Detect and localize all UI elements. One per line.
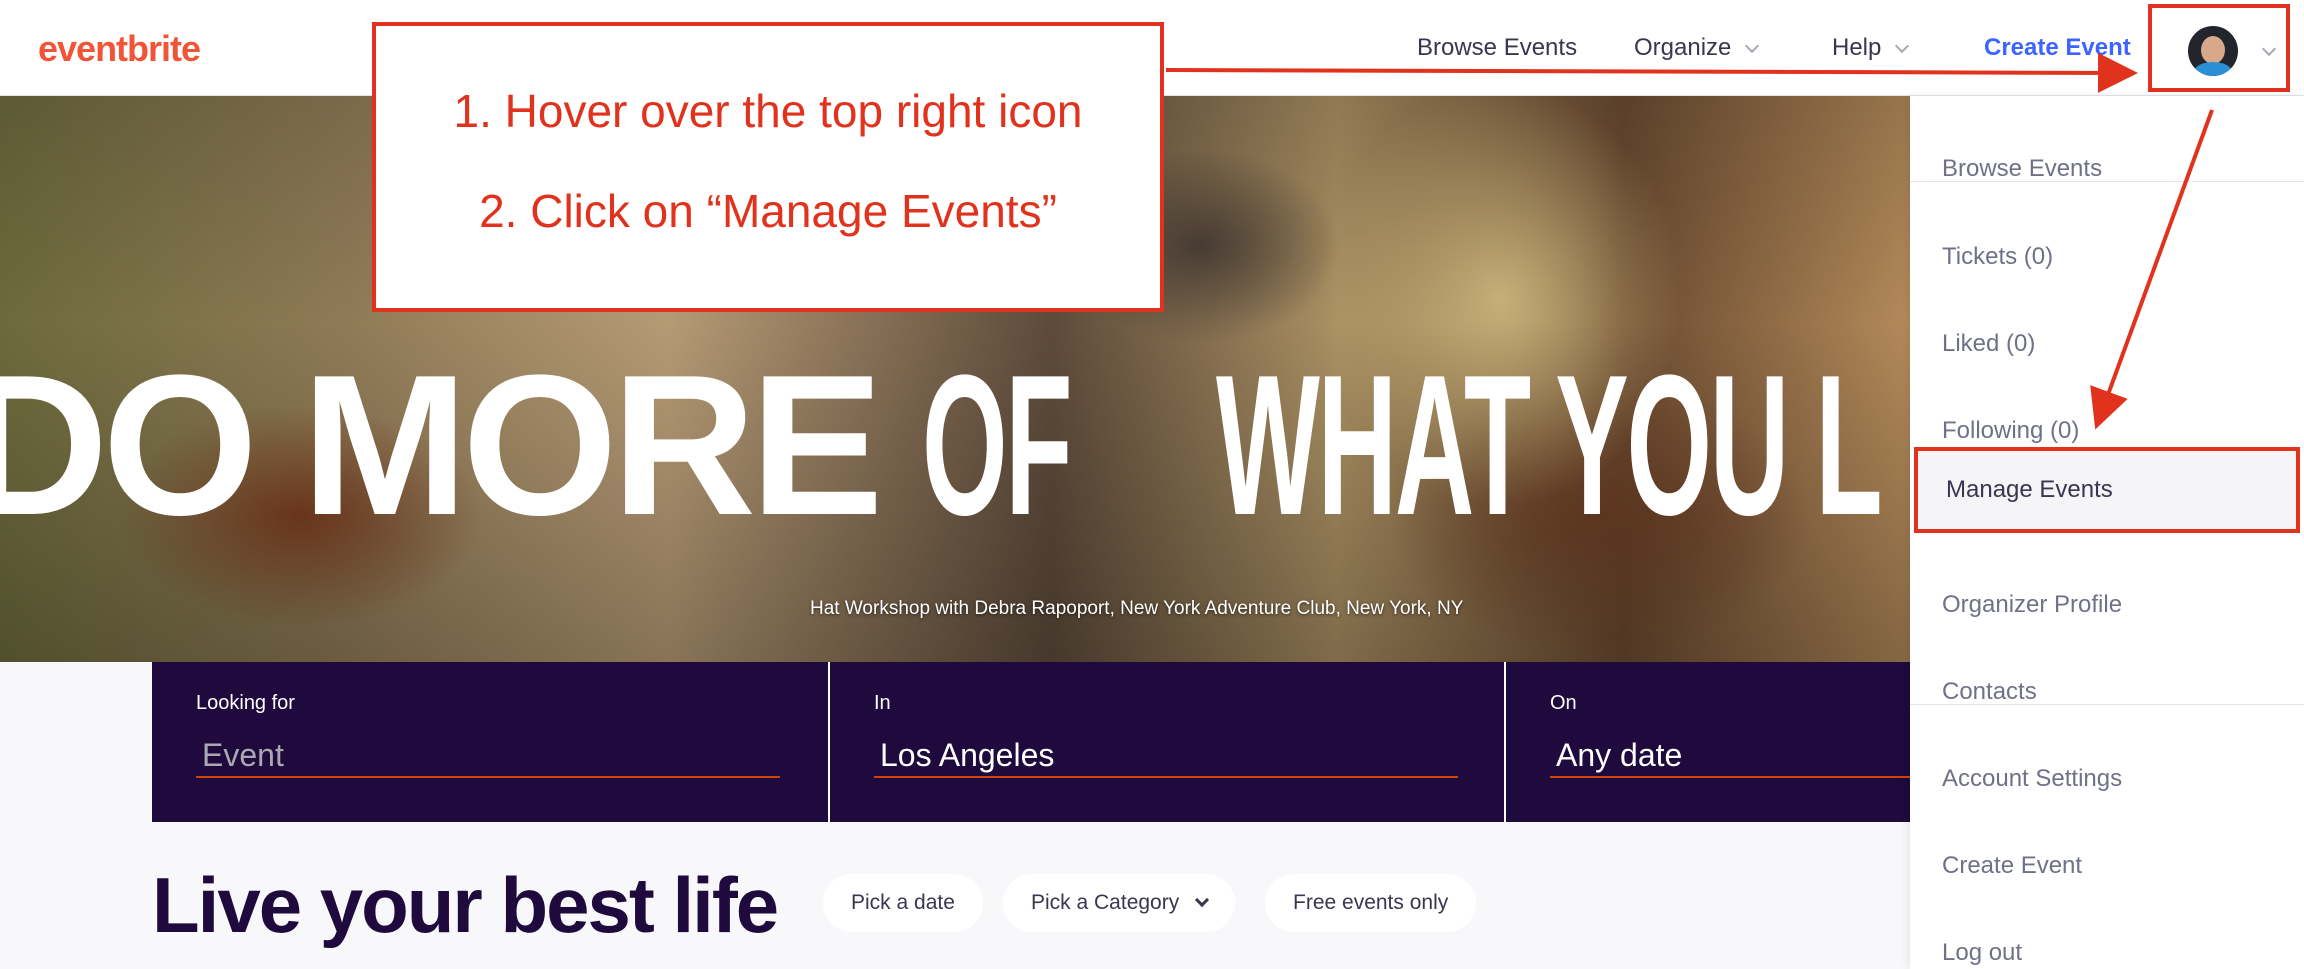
page-title: Live your best life <box>152 861 779 949</box>
menu-divider <box>1910 181 2304 182</box>
hero-caption: Hat Workshop with Debra Rapoport, New Yo… <box>810 598 1464 619</box>
hero-headline-part-2: OF <box>922 334 1073 557</box>
hero-headline-part-3: WHAT YOU L <box>1216 334 1883 557</box>
looking-for-label: Looking for <box>196 692 295 714</box>
nav-create-event[interactable]: Create Event <box>1984 34 2131 62</box>
hero-headline: DO MORE OF WHAT YOU L <box>0 346 1910 546</box>
instruction-callout: 1. Hover over the top right icon 2. Clic… <box>372 22 1164 312</box>
menu-divider <box>1910 704 2304 705</box>
pick-category-label: Pick a Category <box>1031 891 1180 914</box>
callout-step-2: 2. Click on “Manage Events” <box>479 185 1057 237</box>
date-input[interactable]: Any date <box>1550 732 1912 778</box>
chevron-down-icon <box>1195 892 1210 908</box>
menu-item-liked[interactable]: Liked (0) <box>1910 314 2304 374</box>
callout-step-1: 1. Hover over the top right icon <box>453 85 1083 137</box>
menu-item-organizer-profile[interactable]: Organizer Profile <box>1910 575 2304 635</box>
pick-category-button[interactable]: Pick a Category <box>1003 874 1236 932</box>
location-field: In Los Angeles <box>828 662 1504 822</box>
avatar-icon[interactable] <box>2188 26 2238 76</box>
menu-item-contacts[interactable]: Contacts <box>1910 662 2304 722</box>
location-input[interactable]: Los Angeles <box>874 732 1458 778</box>
chevron-down-icon <box>1745 38 1760 54</box>
nav-organize[interactable]: Organize <box>1634 34 1760 62</box>
menu-item-browse-events[interactable]: Browse Events <box>1910 139 2304 199</box>
date-label: On <box>1550 692 1577 714</box>
free-events-only-button[interactable]: Free events only <box>1265 874 1477 932</box>
account-menu-trigger[interactable] <box>2148 4 2290 92</box>
chevron-down-icon <box>2261 41 2277 57</box>
menu-item-manage-events[interactable]: Manage Events <box>1914 447 2300 533</box>
menu-item-create-event[interactable]: Create Event <box>1910 836 2304 896</box>
menu-item-tickets[interactable]: Tickets (0) <box>1910 227 2304 287</box>
account-dropdown-menu: Browse Events Tickets (0) Liked (0) Foll… <box>1910 96 2304 969</box>
location-label: In <box>874 692 891 714</box>
avatar-face <box>2201 36 2225 64</box>
nav-organize-label: Organize <box>1634 34 1732 61</box>
menu-item-log-out[interactable]: Log out <box>1910 923 2304 969</box>
looking-for-input[interactable]: Event <box>196 732 780 778</box>
hero-headline-part-1: DO MORE <box>0 334 884 557</box>
chevron-down-icon <box>1895 38 1910 54</box>
nav-help-label: Help <box>1832 34 1882 61</box>
eventbrite-logo[interactable]: eventbrite <box>38 28 201 70</box>
nav-help[interactable]: Help <box>1832 34 1910 62</box>
date-field: On Any date <box>1504 662 1912 822</box>
pick-date-button[interactable]: Pick a date <box>823 874 983 932</box>
nav-browse-events[interactable]: Browse Events <box>1417 34 1577 62</box>
avatar-shirt <box>2194 62 2232 76</box>
looking-for-field: Looking for Event <box>152 662 828 822</box>
menu-item-account-settings[interactable]: Account Settings <box>1910 749 2304 809</box>
search-bar: Looking for Event In Los Angeles On Any … <box>152 662 1912 822</box>
